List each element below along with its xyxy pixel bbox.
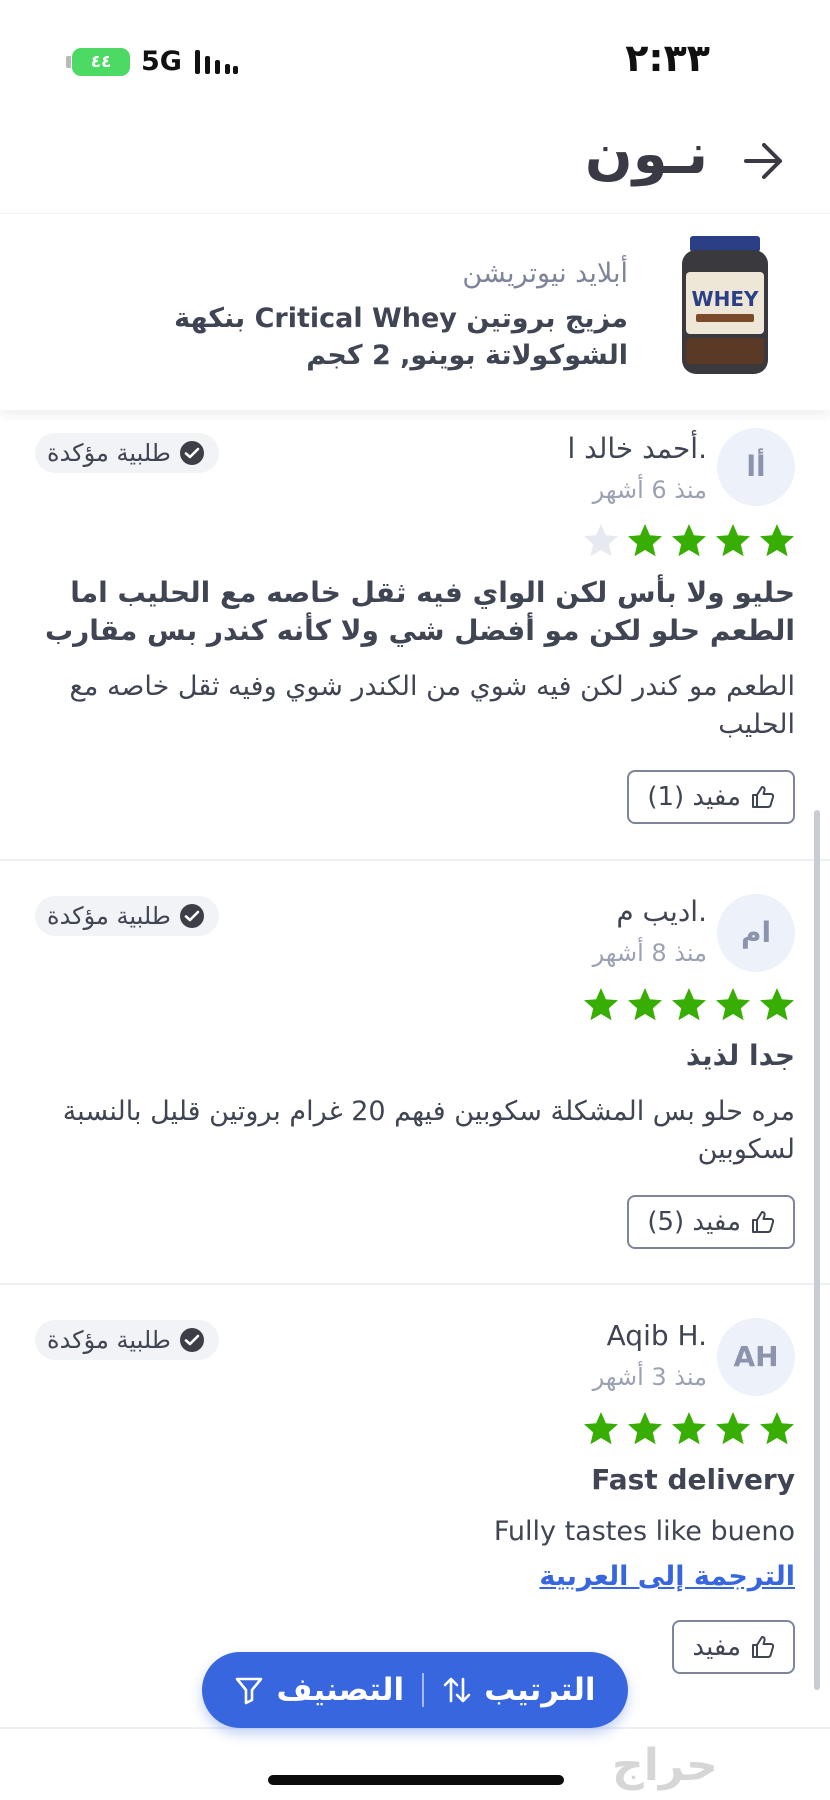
review-title: Fast delivery — [591, 1463, 795, 1496]
helpful-button[interactable]: مفيد (5) — [627, 1195, 795, 1249]
product-brand[interactable]: أبلايد نيوتريشن — [462, 258, 628, 289]
thumbs-up-icon — [752, 786, 775, 808]
product-card[interactable]: WHEY أبلايد نيوتريشن مزيج بروتين Critica… — [0, 213, 830, 410]
helpful-button[interactable]: مفيد — [672, 1620, 795, 1674]
battery-icon: ٤٤ — [72, 48, 130, 76]
star-filled-icon — [672, 988, 706, 1021]
verified-label: طلبية مؤكدة — [47, 902, 171, 930]
status-time: ٢:٣٣ — [625, 36, 710, 80]
reviews-list: أا أحمد خالد ا. منذ 6 أشهر طلبية مؤكدة ح… — [0, 410, 830, 1735]
review-date: منذ 3 أشهر — [592, 1363, 707, 1391]
app-header: نـون — [0, 110, 830, 210]
star-filled-icon — [672, 524, 706, 557]
sort-filter-bar: الترتيب التصنيف — [202, 1652, 628, 1728]
scrollbar[interactable] — [814, 810, 820, 1690]
translate-link[interactable]: الترجمة إلى العربية — [539, 1561, 795, 1592]
avatar: ام — [717, 894, 795, 972]
reviewer-name: اديب م. — [616, 895, 707, 928]
battery-cap — [66, 56, 71, 68]
star-rating — [582, 522, 796, 560]
verified-badge: طلبية مؤكدة — [35, 433, 219, 473]
star-filled-icon — [716, 1412, 750, 1445]
verified-badge: طلبية مؤكدة — [35, 1320, 219, 1360]
arrow-right-icon[interactable] — [740, 138, 786, 184]
thumbs-up-icon — [752, 1636, 775, 1658]
status-bar: ٢:٣٣ ٤٤ 5G — [0, 0, 830, 110]
review-date: منذ 8 أشهر — [592, 939, 707, 967]
product-title: مزيج بروتين Critical Whey بنكهة الشوكولا… — [174, 303, 628, 371]
star-filled-icon — [628, 524, 662, 557]
star-filled-icon — [672, 1412, 706, 1445]
sort-label: الترتيب — [484, 1672, 596, 1708]
product-image-label: WHEY — [692, 287, 759, 311]
avatar: AH — [717, 1318, 795, 1396]
review-body: الطعم مو كندر لكن فيه شوي من الكندر شوي … — [69, 671, 795, 740]
helpful-button[interactable]: مفيد (1) — [627, 770, 795, 824]
review-body: مره حلو بس المشكلة سكوبين فيهم 20 غرام ب… — [62, 1096, 795, 1165]
star-filled-icon — [760, 988, 794, 1021]
star-filled-icon — [584, 988, 618, 1021]
sort-arrows-icon — [443, 1677, 471, 1703]
helpful-label: مفيد (1) — [647, 782, 741, 812]
verified-label: طلبية مؤكدة — [47, 439, 171, 467]
helpful-label: مفيد (5) — [647, 1207, 741, 1237]
star-rating — [582, 1410, 796, 1448]
filter-label: التصنيف — [276, 1672, 405, 1708]
verified-label: طلبية مؤكدة — [47, 1326, 171, 1354]
reviewer-name: أحمد خالد ا. — [567, 432, 707, 465]
star-filled-icon — [760, 524, 794, 557]
star-empty-icon — [584, 524, 618, 557]
product-image: WHEY — [682, 236, 768, 374]
star-filled-icon — [628, 988, 662, 1021]
check-circle-icon — [179, 1328, 204, 1352]
filter-button[interactable]: التصنيف — [216, 1672, 422, 1708]
review-item: ام اديب م. منذ 8 أشهر طلبية مؤكدة جدا لذ… — [0, 861, 830, 1285]
review-item: أا أحمد خالد ا. منذ 6 أشهر طلبية مؤكدة ح… — [0, 410, 830, 861]
review-body: Fully tastes like bueno — [493, 1516, 795, 1547]
verified-badge: طلبية مؤكدة — [35, 896, 219, 936]
reviewer-name: Aqib H. — [606, 1319, 707, 1352]
star-filled-icon — [716, 988, 750, 1021]
review-title: حليو ولا بأس لكن الواي فيه ثقل خاصه مع ا… — [45, 576, 795, 647]
star-rating — [582, 986, 796, 1024]
review-title: جدا لذيذ — [685, 1039, 795, 1072]
review-date: منذ 6 أشهر — [592, 476, 707, 504]
check-circle-icon — [179, 904, 204, 928]
star-filled-icon — [760, 1412, 794, 1445]
sort-button[interactable]: الترتيب — [424, 1672, 613, 1708]
filter-funnel-icon — [236, 1677, 263, 1705]
avatar: أا — [717, 428, 795, 506]
thumbs-up-icon — [752, 1211, 775, 1233]
watermark-logo: حراج — [612, 1740, 718, 1791]
star-filled-icon — [628, 1412, 662, 1445]
noon-logo[interactable]: نـون — [585, 122, 708, 187]
star-filled-icon — [716, 524, 750, 557]
helpful-label: مفيد — [692, 1632, 741, 1662]
signal-icon — [195, 50, 238, 74]
home-indicator[interactable] — [268, 1775, 564, 1785]
check-circle-icon — [179, 441, 204, 465]
network-label: 5G — [141, 46, 182, 77]
star-filled-icon — [584, 1412, 618, 1445]
